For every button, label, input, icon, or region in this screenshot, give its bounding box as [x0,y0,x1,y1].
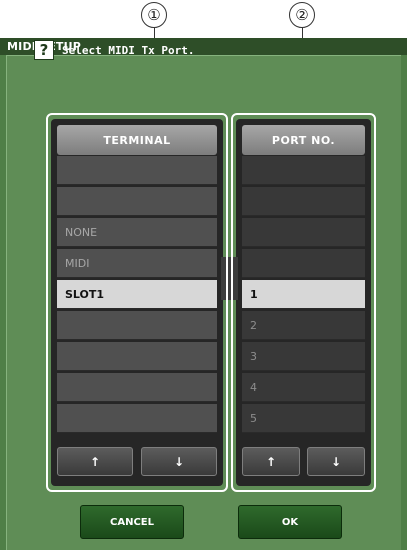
callout-terminal: ① [141,2,167,28]
terminal-highlight-frame [46,113,228,492]
cancel-button[interactable]: CANCEL [80,505,184,539]
prompt-text: Select MIDI Tx Port. [62,43,195,57]
prompt: ? Select MIDI Tx Port. [34,40,194,60]
ok-button[interactable]: OK [238,505,342,539]
callout-port: ② [289,2,315,28]
port-highlight-frame [231,113,376,492]
help-icon[interactable]: ? [34,40,54,60]
